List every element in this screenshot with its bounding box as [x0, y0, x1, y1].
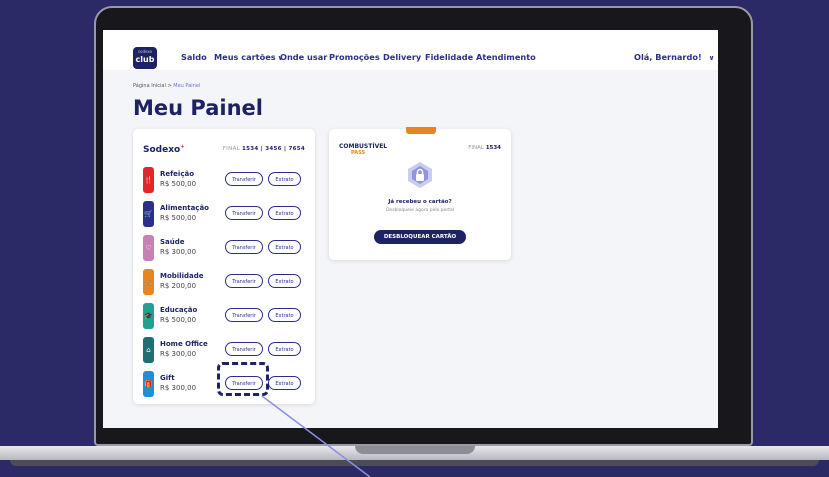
- fork-knife-icon: 🍴: [143, 167, 154, 193]
- home-icon: ⌂: [143, 337, 154, 363]
- benefit-value: R$ 500,00: [160, 180, 197, 188]
- fuel-card-final-number: FINAL 1534: [468, 145, 501, 151]
- statement-button[interactable]: Extrato: [268, 342, 301, 356]
- heart-icon: ♡: [143, 235, 154, 261]
- benefit-value: R$ 500,00: [160, 214, 197, 222]
- nav-meus-cartoes[interactable]: Meus cartões ∨: [214, 52, 283, 62]
- top-nav: sodexo club Saldo Meus cartões ∨ Onde usa…: [103, 30, 718, 70]
- gift-icon: 🎁: [143, 371, 154, 397]
- breadcrumb: Página Inicial > Meu Painel: [133, 83, 201, 89]
- sodexo-club-logo[interactable]: sodexo club: [133, 47, 157, 69]
- benefit-name: Home Office: [160, 340, 208, 348]
- fuel-pass-card: COMBUSTÍVEL PASS FINAL 1534 Já recebeu o …: [329, 127, 511, 260]
- card-tab-accent: [406, 127, 436, 134]
- transfer-button[interactable]: Transferir: [225, 308, 263, 322]
- nav-saldo[interactable]: Saldo: [181, 52, 207, 62]
- transfer-button[interactable]: Transferir: [225, 274, 263, 288]
- card-question: Já recebeu o cartão?: [388, 199, 452, 205]
- statement-button[interactable]: Extrato: [268, 274, 301, 288]
- nav-promocoes[interactable]: Promoções: [329, 52, 380, 62]
- benefit-row: ♡ Saúde R$ 300,00 Transferir Extrato: [143, 235, 306, 261]
- transfer-button[interactable]: Transferir: [225, 172, 263, 186]
- benefit-row: 🎓 Educação R$ 500,00 Transferir Extrato: [143, 303, 306, 329]
- chevron-down-icon: ∨: [708, 54, 715, 62]
- bike-icon: 🚲: [143, 269, 154, 295]
- card-subtext: Desbloqueie agora pelo portal: [385, 208, 455, 213]
- benefit-value: R$ 300,00: [160, 384, 197, 392]
- combustivel-pass-logo: COMBUSTÍVEL PASS: [339, 143, 388, 157]
- benefit-name: Educação: [160, 306, 198, 314]
- user-greeting-menu[interactable]: Olá, Bernardo! ∨: [634, 52, 714, 62]
- card-final-numbers: FINAL 1534 | 3456 | 7654: [222, 146, 305, 152]
- benefit-row: 🚲 Mobilidade R$ 200,00 Transferir Extrato: [143, 269, 306, 295]
- benefit-row: ⌂ Home Office R$ 300,00 Transferir Extrato: [143, 337, 306, 363]
- benefit-row: 🍴 Refeição R$ 500,00 Transferir Extrato: [143, 167, 306, 193]
- unlock-card-button[interactable]: DESBLOQUEAR CARTÃO: [374, 230, 466, 244]
- nav-delivery[interactable]: Delivery: [383, 52, 421, 62]
- lock-icon: [406, 161, 434, 189]
- statement-button[interactable]: Extrato: [268, 376, 301, 390]
- sodexo-brand: Sodexo+: [143, 144, 185, 155]
- nav-onde-usar[interactable]: Onde usar: [280, 52, 327, 62]
- graduation-icon: 🎓: [143, 303, 154, 329]
- laptop-foot: [10, 460, 819, 466]
- benefit-value: R$ 200,00: [160, 282, 197, 290]
- statement-button[interactable]: Extrato: [268, 240, 301, 254]
- nav-atendimento[interactable]: Atendimento: [476, 52, 536, 62]
- statement-button[interactable]: Extrato: [268, 308, 301, 322]
- transfer-highlight-box: [217, 362, 269, 396]
- benefit-name: Saúde: [160, 238, 185, 246]
- cart-icon: 🛒: [143, 201, 154, 227]
- benefit-name: Refeição: [160, 170, 195, 178]
- laptop-notch: [355, 446, 475, 454]
- statement-button[interactable]: Extrato: [268, 206, 301, 220]
- nav-fidelidade[interactable]: Fidelidade: [425, 52, 473, 62]
- benefit-name: Gift: [160, 374, 175, 382]
- transfer-button[interactable]: Transferir: [225, 342, 263, 356]
- benefit-value: R$ 300,00: [160, 248, 197, 256]
- benefit-row: 🛒 Alimentação R$ 500,00 Transferir Extrato: [143, 201, 306, 227]
- statement-button[interactable]: Extrato: [268, 172, 301, 186]
- benefit-name: Mobilidade: [160, 272, 204, 280]
- benefit-name: Alimentação: [160, 204, 209, 212]
- screen: sodexo club Saldo Meus cartões ∨ Onde usa…: [103, 30, 718, 428]
- transfer-button[interactable]: Transferir: [225, 240, 263, 254]
- page-title: Meu Painel: [133, 96, 263, 120]
- benefit-value: R$ 500,00: [160, 316, 197, 324]
- breadcrumb-current: Meu Painel: [173, 83, 201, 89]
- transfer-button[interactable]: Transferir: [225, 206, 263, 220]
- breadcrumb-home[interactable]: Página Inicial: [133, 83, 166, 89]
- benefit-value: R$ 300,00: [160, 350, 197, 358]
